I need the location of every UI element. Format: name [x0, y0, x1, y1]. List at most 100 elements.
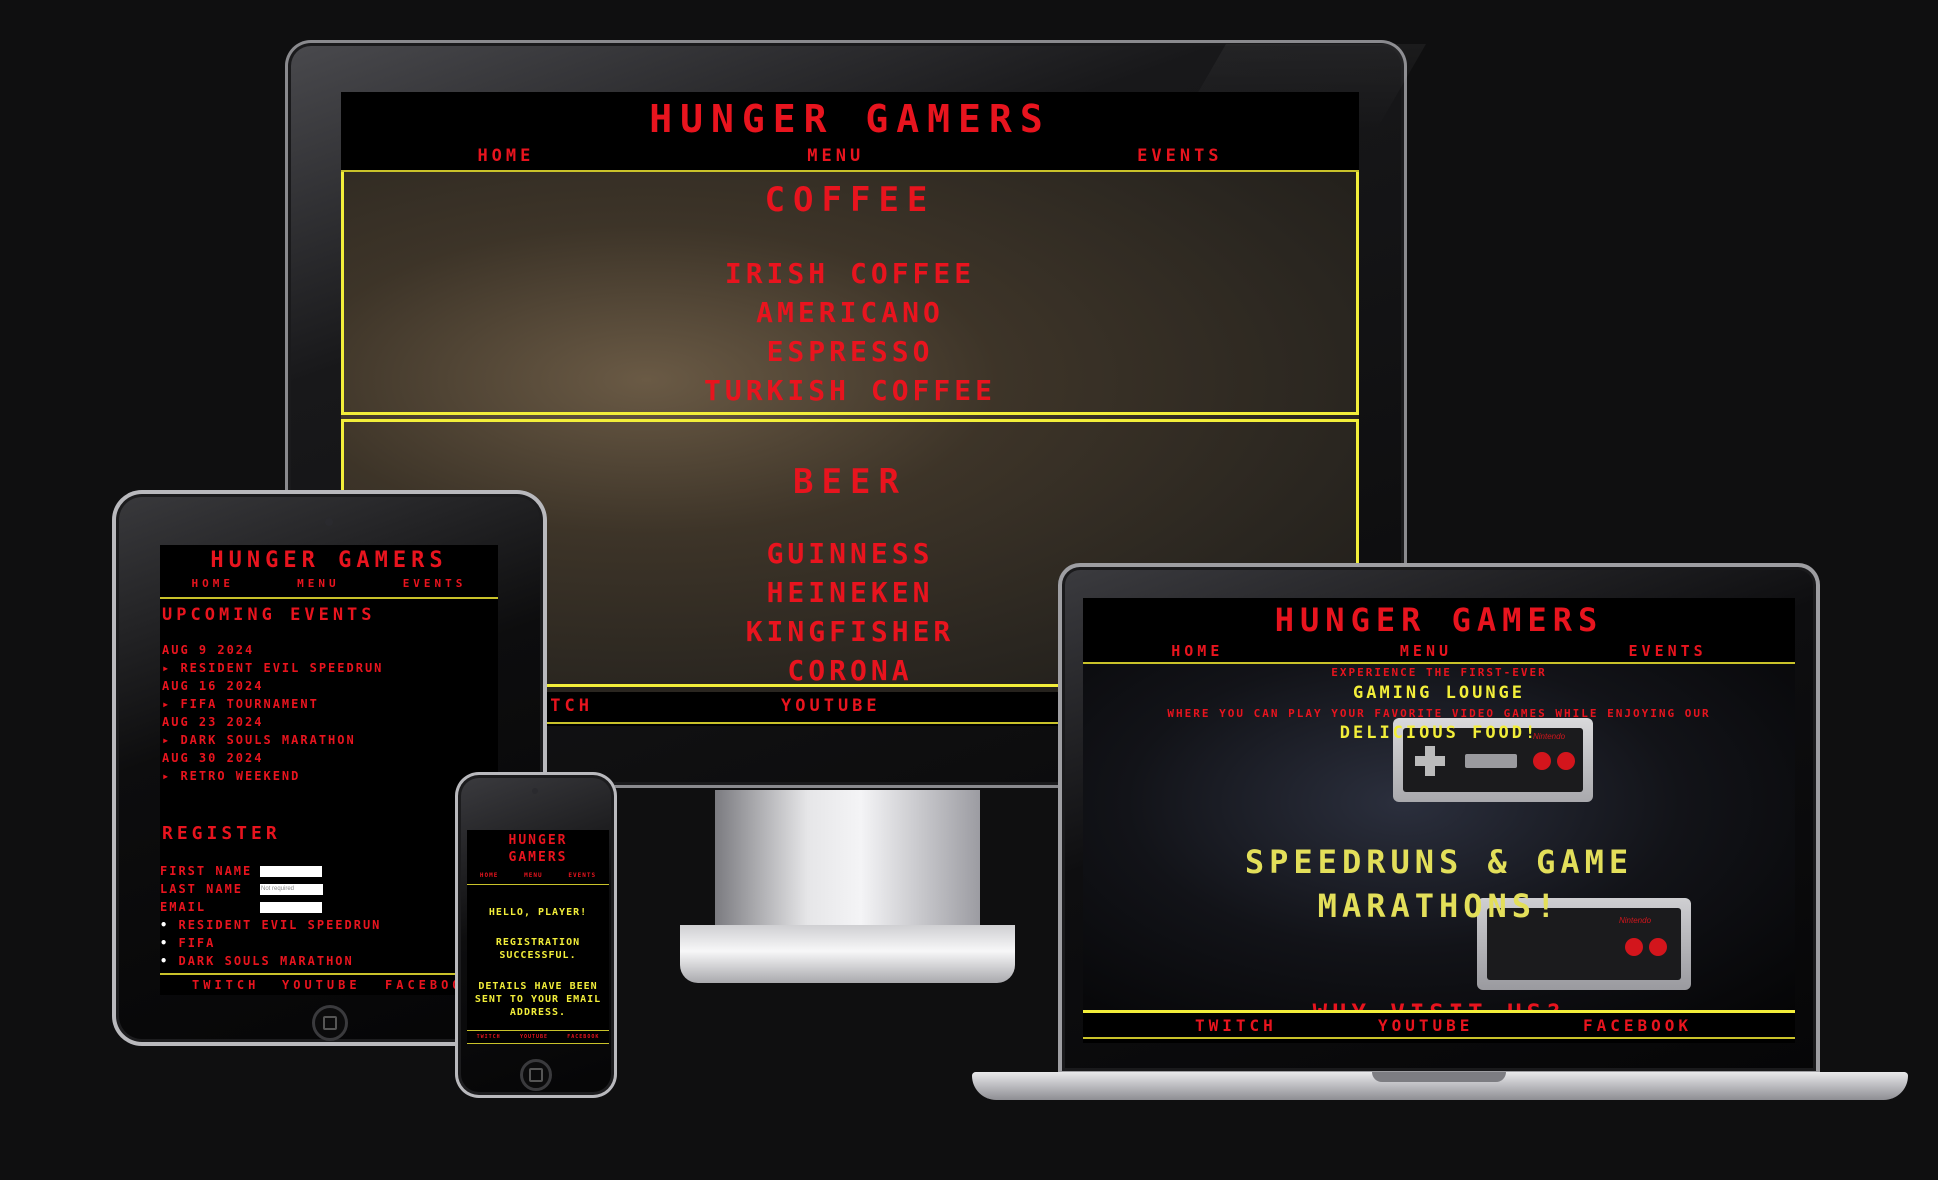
- event-title: ▸ RETRO WEEKEND: [162, 769, 301, 783]
- event-date: AUG 30 2024: [162, 751, 264, 765]
- monitor-stand-neck: [715, 790, 980, 940]
- nav-events[interactable]: EVENTS: [568, 872, 596, 879]
- nav-menu[interactable]: MENU: [524, 872, 542, 879]
- event-date: AUG 9 2024: [162, 643, 255, 657]
- last-name-label: LAST NAME: [160, 882, 244, 896]
- nav-events[interactable]: EVENTS: [1137, 146, 1222, 166]
- site-logo-line-1[interactable]: HUNGER: [467, 830, 609, 849]
- option-item[interactable]: • DARK SOULS MARATHON: [160, 952, 498, 970]
- greeting-text: HELLO, PLAYER!: [488, 907, 588, 918]
- event-title: ▸ DARK SOULS MARATHON: [162, 733, 356, 747]
- event-date: AUG 16 2024: [162, 679, 264, 693]
- menu-item: ESPRESSO: [766, 335, 934, 368]
- nav-events[interactable]: EVENTS: [1629, 642, 1707, 660]
- b-button-icon: [1533, 752, 1551, 770]
- footer-facebook-link[interactable]: FACEBOO: [385, 978, 464, 992]
- event-title: ▸ FIFA TOURNAMENT: [162, 697, 319, 711]
- email-input[interactable]: [260, 901, 322, 913]
- footer-twitch-link[interactable]: TWITCH: [477, 1034, 501, 1040]
- monitor-header: HUNGER GAMERS HOME MENU EVENTS: [341, 92, 1359, 172]
- intro-highlight-2: DELICIOUS FOOD!: [1339, 723, 1539, 743]
- success-text: REGISTRATION SUCCESSFUL.: [495, 937, 581, 961]
- a-button-icon: [1557, 752, 1575, 770]
- intro-text: EXPERIENCE THE FIRST-EVER GAMING LOUNGE …: [1083, 666, 1795, 743]
- tablet-camera: [325, 518, 333, 526]
- email-row: EMAIL: [160, 898, 498, 916]
- nav-home[interactable]: HOME: [477, 146, 534, 166]
- event-title: ▸ RESIDENT EVIL SPEEDRUN: [162, 661, 384, 675]
- last-name-row: LAST NAME Not required: [160, 880, 498, 898]
- monitor-nav: HOME MENU EVENTS: [341, 146, 1359, 166]
- a-button-icon: [1649, 938, 1667, 956]
- phone-camera: [532, 788, 538, 794]
- laptop-opening-notch: [1372, 1072, 1506, 1082]
- events-heading: UPCOMING EVENTS: [162, 605, 376, 625]
- footer-youtube-link[interactable]: YOUTUBE: [520, 1034, 548, 1040]
- register-heading: REGISTER: [162, 823, 281, 844]
- site-logo[interactable]: HUNGER GAMERS: [160, 545, 498, 577]
- bullet-icon: •: [160, 936, 170, 950]
- coffee-heading: COFFEE: [764, 180, 936, 220]
- footer-twitch-link[interactable]: TWITCH: [192, 978, 259, 992]
- footer-facebook-link[interactable]: FACEBOOK: [567, 1034, 599, 1040]
- why-visit-clip: WHY VISIT US?: [1083, 1000, 1795, 1010]
- footer-youtube-link[interactable]: YOUTUBE: [282, 978, 361, 992]
- phone-confirmation: HELLO, PLAYER! REGISTRATION SUCCESSFUL. …: [467, 907, 609, 1019]
- first-name-row: FIRST NAME: [160, 862, 498, 880]
- why-visit-heading: WHY VISIT US?: [1083, 1000, 1795, 1010]
- site-logo-line-2[interactable]: GAMERS: [467, 849, 609, 866]
- monitor-stand-foot: [680, 925, 1015, 983]
- site-logo[interactable]: HUNGER GAMERS: [1083, 598, 1795, 642]
- phone-screen: HUNGER GAMERS HOME MENU EVENTS HELLO, PL…: [467, 830, 609, 1044]
- nav-home[interactable]: HOME: [192, 577, 235, 590]
- details-text: DETAILS HAVE BEEN SENT TO YOUR EMAIL ADD…: [474, 981, 602, 1018]
- laptop-screen: HUNGER GAMERS HOME MENU EVENTS Nintendo …: [1083, 598, 1795, 1043]
- site-logo[interactable]: HUNGER GAMERS: [341, 92, 1359, 146]
- laptop-nav: HOME MENU EVENTS: [1083, 642, 1795, 660]
- dpad-icon: [1415, 746, 1445, 776]
- nav-home[interactable]: HOME: [1171, 642, 1223, 660]
- hero-title: SPEEDRUNS & GAME MARATHONS!: [1244, 843, 1634, 925]
- bullet-icon: •: [160, 918, 170, 932]
- footer-youtube-link[interactable]: YOUTUBE: [781, 696, 881, 716]
- phone-nav: HOME MENU EVENTS: [467, 872, 609, 879]
- tablet-header: HUNGER GAMERS HOME MENU EVENTS: [160, 545, 498, 599]
- coffee-section: COFFEE IRISH COFFEE AMERICANO ESPRESSO T…: [341, 172, 1359, 415]
- footer-facebook-link[interactable]: FACEBOOK: [1583, 1016, 1692, 1035]
- intro-line-2: WHERE YOU CAN PLAY YOUR FAVORITE VIDEO G…: [1167, 707, 1711, 720]
- option-item[interactable]: • FIFA: [160, 934, 498, 952]
- email-label: EMAIL: [160, 900, 207, 914]
- first-name-label: FIRST NAME: [160, 864, 253, 878]
- phone-home-button: [520, 1059, 552, 1091]
- nav-menu[interactable]: MENU: [297, 577, 340, 590]
- tablet-screen: HUNGER GAMERS HOME MENU EVENTS UPCOMING …: [160, 545, 498, 995]
- laptop-footer: TWITCH YOUTUBE FACEBOOK: [1083, 1010, 1795, 1039]
- select-start-icon: [1465, 754, 1517, 768]
- register-form: FIRST NAME LAST NAME Not required EMAIL …: [160, 862, 498, 970]
- b-button-icon: [1625, 938, 1643, 956]
- tablet-home-button: [312, 1005, 348, 1041]
- last-name-input[interactable]: Not required: [260, 883, 323, 895]
- first-name-input[interactable]: [260, 865, 322, 877]
- coffee-list: IRISH COFFEE AMERICANO ESPRESSO TURKISH …: [344, 254, 1356, 410]
- nav-menu[interactable]: MENU: [1400, 642, 1452, 660]
- intro-highlight-1: GAMING LOUNGE: [1352, 683, 1526, 703]
- nav-home[interactable]: HOME: [480, 872, 498, 879]
- nav-events[interactable]: EVENTS: [403, 577, 467, 590]
- menu-item: IRISH COFFEE: [724, 257, 976, 290]
- tablet-footer: TWITCH YOUTUBE FACEBOO: [160, 973, 498, 995]
- phone-header: HUNGER GAMERS HOME MENU EVENTS: [467, 830, 609, 885]
- tablet-nav: HOME MENU EVENTS: [160, 577, 498, 590]
- menu-item: AMERICANO: [756, 296, 944, 329]
- option-item[interactable]: • RESIDENT EVIL SPEEDRUN: [160, 916, 498, 934]
- bullet-icon: •: [160, 954, 170, 968]
- nav-menu[interactable]: MENU: [807, 146, 864, 166]
- phone-footer: TWITCH YOUTUBE FACEBOOK: [467, 1030, 609, 1044]
- events-list: AUG 9 2024 ▸ RESIDENT EVIL SPEEDRUN AUG …: [162, 641, 498, 785]
- intro-line-1: EXPERIENCE THE FIRST-EVER: [1331, 666, 1547, 679]
- event-date: AUG 23 2024: [162, 715, 264, 729]
- footer-youtube-link[interactable]: YOUTUBE: [1378, 1016, 1473, 1035]
- laptop-header: HUNGER GAMERS HOME MENU EVENTS: [1083, 598, 1795, 664]
- menu-item: TURKISH COFFEE: [703, 374, 996, 407]
- footer-twitch-link[interactable]: TWITCH: [1195, 1016, 1277, 1035]
